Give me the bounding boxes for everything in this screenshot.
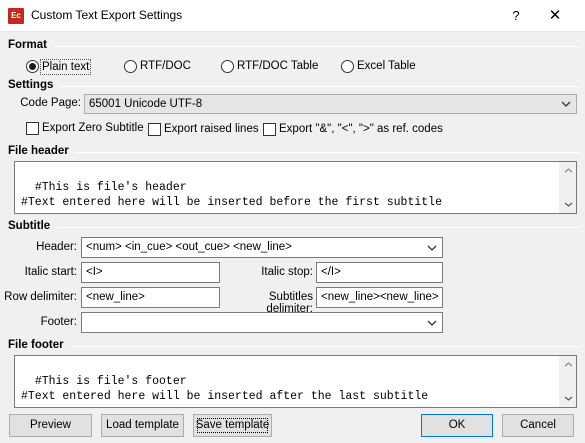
chevron-down-icon [561,95,571,113]
file-header-section-title: File header [8,145,69,157]
save-template-label[interactable]: Save template [196,419,270,431]
file-header-scrollbar[interactable] [559,162,576,213]
radio-excel-table[interactable] [341,60,354,73]
file-footer-divider [72,346,579,347]
footer-combo[interactable] [81,312,443,333]
file-header-text: #This is file's header #Text entered her… [21,181,442,209]
code-page-label: Code Page: [20,97,81,109]
radio-excel-table-label[interactable]: Excel Table [357,60,416,72]
radio-rtf-doc-table[interactable] [221,60,234,73]
scroll-down-icon[interactable] [560,196,577,213]
format-divider [54,46,579,47]
italic-stop-input[interactable]: </I> [316,262,443,283]
app-icon: Ec [8,8,24,24]
radio-plain-text-label-box[interactable]: Plain text [40,59,92,75]
row-delimiter-label: Row delimiter: [4,291,77,303]
file-footer-scrollbar[interactable] [559,356,576,407]
export-raised-lines-checkbox[interactable] [148,123,161,136]
ok-button[interactable]: OK [421,414,493,437]
settings-section-title: Settings [8,79,54,91]
scroll-down-icon[interactable] [560,390,577,407]
radio-rtf-doc[interactable] [124,60,137,73]
code-page-select[interactable]: 65001 Unicode UTF-8 [84,94,577,114]
title-bar: Ec Custom Text Export Settings ? ✕ [0,0,585,32]
italic-start-label: Italic start: [24,266,77,278]
row-delimiter-input[interactable]: <new_line> [81,287,220,308]
radio-plain-text-label[interactable]: Plain text [42,61,89,73]
file-footer-text: #This is file's footer #Text entered her… [21,375,429,403]
file-header-textarea[interactable]: #This is file's header #Text entered her… [14,161,577,214]
header-combo-value: <num> <in_cue> <out_cue> <new_line> [86,241,292,253]
help-icon[interactable]: ? [504,4,528,28]
save-template-button[interactable]: Save template [193,414,272,437]
export-zero-subtitle-checkbox[interactable] [26,122,39,135]
export-ref-codes-checkbox[interactable] [263,123,276,136]
radio-rtf-doc-label[interactable]: RTF/DOC [140,60,191,72]
load-template-button[interactable]: Load template [101,414,184,437]
italic-start-input[interactable]: <I> [81,262,220,283]
header-label: Header: [36,241,77,253]
radio-plain-text-circle[interactable] [26,60,39,73]
subtitles-delimiter-input[interactable]: <new_line><new_line> [316,287,443,308]
format-section-title: Format [8,39,47,51]
italic-stop-label: Italic stop: [261,266,313,278]
settings-divider [60,86,579,87]
window-title: Custom Text Export Settings [31,8,183,22]
radio-rtf-doc-table-label[interactable]: RTF/DOC Table [237,60,318,72]
footer-label: Footer: [40,316,77,328]
cancel-button[interactable]: Cancel [502,414,574,437]
close-icon[interactable]: ✕ [543,4,567,28]
chevron-down-icon [427,313,437,332]
radio-plain-text[interactable] [26,60,40,74]
scroll-up-icon[interactable] [560,356,577,373]
file-footer-textarea[interactable]: #This is file's footer #Text entered her… [14,355,577,408]
header-combo[interactable]: <num> <in_cue> <out_cue> <new_line> [81,237,443,258]
code-page-value: 65001 Unicode UTF-8 [89,98,203,110]
chevron-down-icon [427,238,437,257]
file-footer-section-title: File footer [8,339,64,351]
file-header-divider [76,152,579,153]
scroll-up-icon[interactable] [560,162,577,179]
export-ref-codes-label[interactable]: Export "&", "<", ">" as ref. codes [279,123,443,135]
subtitle-divider [57,227,579,228]
export-raised-lines-label[interactable]: Export raised lines [164,123,259,135]
preview-button[interactable]: Preview [9,414,92,437]
export-zero-subtitle-label[interactable]: Export Zero Subtitle [42,122,144,134]
subtitle-section-title: Subtitle [8,220,51,232]
